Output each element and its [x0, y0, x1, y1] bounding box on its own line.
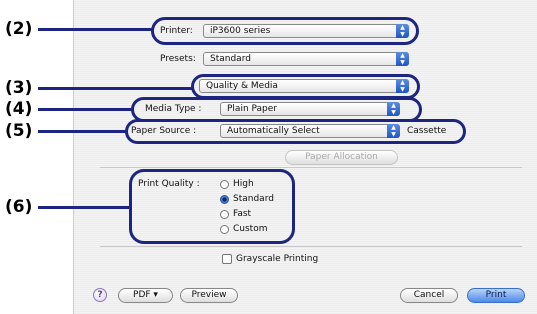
media-type-popup[interactable]: Plain Paper ▲ ▼ — [220, 102, 400, 116]
paper-source-suffix: Cassette — [407, 126, 447, 136]
panel-value: Quality & Media — [206, 81, 278, 91]
radio-fast[interactable] — [220, 210, 229, 219]
callout-4: (4) — [5, 99, 33, 119]
preview-button[interactable]: Preview — [180, 288, 238, 303]
callout-5: (5) — [5, 121, 33, 141]
printer-value: iP3600 series — [210, 26, 271, 36]
pdf-button[interactable]: PDF ▾ — [118, 288, 173, 303]
separator — [100, 246, 522, 247]
paper-allocation-button[interactable]: Paper Allocation — [285, 150, 398, 165]
cancel-button[interactable]: Cancel — [400, 288, 458, 303]
radio-high-label: High — [233, 179, 254, 189]
print-button[interactable]: Print — [467, 288, 525, 303]
leader-line-5 — [38, 130, 126, 133]
separator — [100, 167, 522, 168]
presets-popup[interactable]: Standard ▲ ▼ — [203, 52, 409, 66]
help-icon[interactable]: ? — [93, 288, 107, 302]
callout-2: (2) — [5, 19, 33, 39]
radio-high[interactable] — [220, 180, 229, 189]
popup-arrows-icon: ▲ ▼ — [387, 124, 400, 138]
radio-standard-label: Standard — [233, 194, 274, 204]
radio-custom-label: Custom — [233, 224, 268, 234]
callout-6: (6) — [5, 197, 33, 217]
grayscale-checkbox[interactable] — [222, 254, 232, 264]
popup-arrows-icon: ▲ ▼ — [396, 52, 409, 66]
paper-source-label: Paper Source : — [131, 126, 197, 136]
presets-label: Presets: — [160, 54, 196, 64]
popup-arrows-icon: ▲ ▼ — [396, 24, 409, 38]
popup-arrows-icon: ▲ ▼ — [387, 102, 400, 116]
leader-line-3 — [38, 87, 192, 90]
printer-popup[interactable]: iP3600 series ▲ ▼ — [203, 24, 409, 38]
popup-arrows-icon: ▲ ▼ — [396, 79, 409, 93]
radio-fast-label: Fast — [233, 209, 252, 219]
leader-line-6 — [38, 206, 130, 209]
radio-custom[interactable] — [220, 225, 229, 234]
print-quality-label: Print Quality : — [138, 179, 200, 189]
media-type-label: Media Type : — [145, 104, 202, 114]
paper-source-popup[interactable]: Automatically Select ▲ ▼ — [220, 124, 400, 138]
radio-standard[interactable] — [220, 195, 229, 204]
panel-popup[interactable]: Quality & Media ▲ ▼ — [199, 79, 409, 93]
presets-value: Standard — [210, 54, 251, 64]
leader-line-4 — [38, 108, 132, 111]
leader-line-2 — [38, 28, 152, 31]
callout-3: (3) — [5, 78, 33, 98]
printer-label: Printer: — [160, 26, 193, 36]
media-type-value: Plain Paper — [227, 104, 277, 114]
grayscale-label: Grayscale Printing — [236, 254, 319, 264]
paper-source-value: Automatically Select — [227, 126, 320, 136]
